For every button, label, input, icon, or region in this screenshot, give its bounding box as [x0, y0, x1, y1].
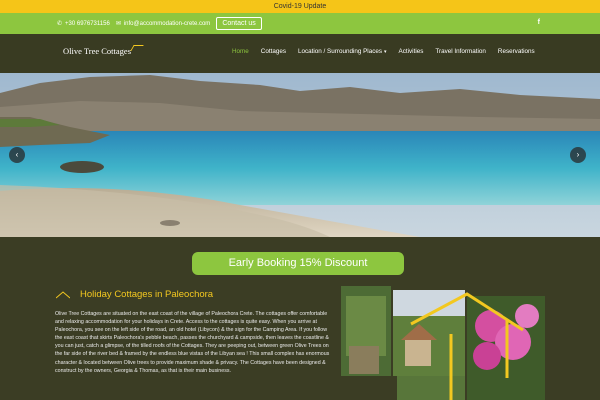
nav-item-reservations[interactable]: Reservations: [498, 48, 535, 55]
nav-menu: Home Cottages Location / Surrounding Pla…: [232, 48, 547, 55]
nav-item-travel-information[interactable]: Travel Information: [435, 48, 486, 55]
cottage-photo-collage: [341, 286, 545, 400]
main-navbar: Olive Tree Cottages Home Cottages Locati…: [0, 34, 600, 73]
phone-icon: ✆: [57, 21, 63, 27]
covid-update-bar[interactable]: Covid-19 Update: [0, 0, 600, 13]
slider-next-button[interactable]: ›: [570, 147, 586, 163]
intro-body-text: Olive Tree Cottages are situated on the …: [55, 311, 330, 374]
nav-item-activities[interactable]: Activities: [399, 48, 424, 55]
email-contact[interactable]: ✉ info@accommodation-crete.com: [115, 20, 211, 28]
intro-heading: Holiday Cottages in Paleochora: [56, 289, 213, 300]
roof-icon: [56, 290, 70, 298]
top-contact-bar: ✆ +30 6976731156 ✉ info@accommodation-cr…: [0, 13, 600, 34]
site-logo[interactable]: Olive Tree Cottages: [63, 45, 144, 56]
mail-icon: ✉: [115, 21, 121, 27]
phone-contact[interactable]: ✆ +30 6976731156: [57, 20, 110, 28]
nav-item-cottages[interactable]: Cottages: [261, 48, 286, 55]
email-address: info@accommodation-crete.com: [123, 20, 211, 27]
nav-item-home[interactable]: Home: [232, 48, 249, 55]
phone-number: +30 6976731156: [65, 20, 110, 27]
logo-text: Olive Tree Cottages: [63, 46, 131, 56]
covid-update-text: Covid-19 Update: [273, 3, 327, 10]
roof-icon: [130, 45, 144, 51]
contact-us-button[interactable]: Contact us: [216, 17, 262, 30]
early-booking-discount-button[interactable]: Early Booking 15% Discount: [192, 252, 404, 275]
beach-landscape-image: [0, 73, 600, 237]
facebook-icon[interactable]: f: [538, 19, 540, 26]
section-title: Holiday Cottages in Paleochora: [80, 289, 214, 300]
hero-slider[interactable]: ‹ ›: [0, 73, 600, 237]
nav-item-location[interactable]: Location / Surrounding Places ▾: [298, 48, 387, 55]
chevron-down-icon: ▾: [384, 49, 387, 55]
slider-prev-button[interactable]: ‹: [9, 147, 25, 163]
